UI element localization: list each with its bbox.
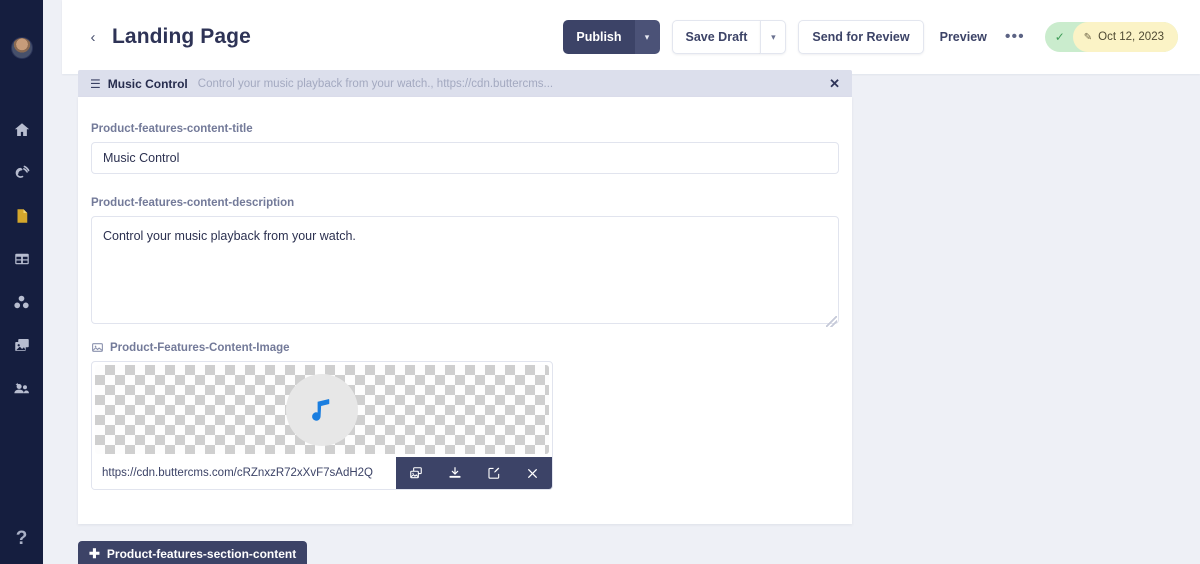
sidebar-nav xyxy=(11,119,33,399)
components-icon xyxy=(14,295,29,308)
page-title: Landing Page xyxy=(112,25,251,48)
check-icon: ✓ xyxy=(1054,30,1065,44)
image-asset-widget: https://cdn.buttercms.com/cRZnxzR72xXvF7… xyxy=(91,361,553,490)
home-icon xyxy=(14,123,29,136)
image-preview[interactable] xyxy=(95,365,549,454)
field-title-label: Product-features-content-title xyxy=(91,123,253,135)
pages-icon xyxy=(17,209,27,223)
field-image-label-text: Product-Features-Content-Image xyxy=(110,341,290,354)
chevron-down-icon: ▾ xyxy=(644,31,650,42)
sidebar-item-blog[interactable] xyxy=(11,162,33,184)
back-button[interactable]: ‹ xyxy=(82,26,104,48)
download-icon[interactable] xyxy=(440,457,470,489)
remove-icon[interactable] xyxy=(518,457,548,489)
drag-handle-icon[interactable]: ☰ xyxy=(90,78,101,90)
section-title: Music Control xyxy=(107,76,188,91)
publish-dropdown-caret[interactable]: ▾ xyxy=(634,20,660,54)
field-description-label: Product-features-content-description xyxy=(91,197,295,209)
image-asset-toolbar: https://cdn.buttercms.com/cRZnxzR72xXvF7… xyxy=(92,457,552,489)
users-icon xyxy=(14,382,29,393)
blog-icon xyxy=(15,165,29,178)
image-url-text[interactable]: https://cdn.buttercms.com/cRZnxzR72xXvF7… xyxy=(92,457,396,489)
page-header: ‹ Landing Page Publish ▾ Save Draft ▾ Se… xyxy=(62,0,1200,74)
description-textarea[interactable] xyxy=(91,216,839,324)
field-image-label: Product-Features-Content-Image xyxy=(91,341,553,354)
section-subtitle: Control your music playback from your wa… xyxy=(197,77,554,90)
more-options-icon[interactable]: ••• xyxy=(1003,29,1027,45)
plus-icon: ✚ xyxy=(89,546,100,561)
save-draft-split-button: Save Draft ▾ xyxy=(671,20,787,54)
header-actions: Publish ▾ Save Draft ▾ Send for Review P… xyxy=(563,20,1178,54)
title-input[interactable] xyxy=(91,142,839,174)
pencil-icon: ✎ xyxy=(1083,31,1093,43)
help-button[interactable]: ? xyxy=(0,528,43,550)
sidebar-item-pages[interactable] xyxy=(11,205,33,227)
duplicate-image-icon[interactable] xyxy=(401,457,431,489)
field-image: Product-Features-Content-Image https://c… xyxy=(91,341,553,490)
image-icon xyxy=(91,341,104,354)
avatar[interactable] xyxy=(10,37,33,59)
sidebar: ? xyxy=(0,0,43,564)
image-tool-buttons xyxy=(396,457,552,489)
sidebar-item-collections[interactable] xyxy=(11,248,33,270)
field-title: Product-features-content-title xyxy=(91,123,839,174)
chevron-down-icon: ▾ xyxy=(771,31,776,42)
preview-button[interactable]: Preview xyxy=(936,20,991,54)
app-root: ? ‹ Landing Page Publish ▾ Save Draft ▾ … xyxy=(0,0,1200,564)
music-note-icon xyxy=(312,398,330,421)
scheduled-date-badge[interactable]: ✎ Oct 12, 2023 xyxy=(1072,22,1178,52)
music-note-badge xyxy=(286,373,358,446)
status-badge[interactable]: ✓ ✎ Oct 12, 2023 xyxy=(1044,22,1178,52)
add-section-button[interactable]: ✚ Product-features-section-content xyxy=(78,541,308,564)
publish-button[interactable]: Publish xyxy=(563,20,635,54)
collections-icon xyxy=(14,253,29,265)
sidebar-item-media[interactable] xyxy=(11,334,33,356)
close-icon[interactable]: ✕ xyxy=(829,76,840,92)
sidebar-item-components[interactable] xyxy=(11,291,33,313)
section-editor-card: Product-features-content-title Product-f… xyxy=(78,97,852,524)
status-date-label: Oct 12, 2023 xyxy=(1098,31,1164,43)
edit-icon[interactable] xyxy=(479,457,509,489)
send-for-review-button[interactable]: Send for Review xyxy=(798,20,924,54)
publish-split-button: Publish ▾ xyxy=(563,20,660,54)
field-description: Product-features-content-description xyxy=(91,197,839,329)
sidebar-item-home[interactable] xyxy=(11,119,33,141)
save-draft-button[interactable]: Save Draft xyxy=(671,20,761,54)
add-section-label: Product-features-section-content xyxy=(106,546,297,561)
media-icon xyxy=(14,339,29,351)
save-draft-dropdown-caret[interactable]: ▾ xyxy=(760,20,787,54)
section-header-bar[interactable]: ☰ Music Control Control your music playb… xyxy=(78,70,852,97)
sidebar-item-users[interactable] xyxy=(11,377,33,399)
